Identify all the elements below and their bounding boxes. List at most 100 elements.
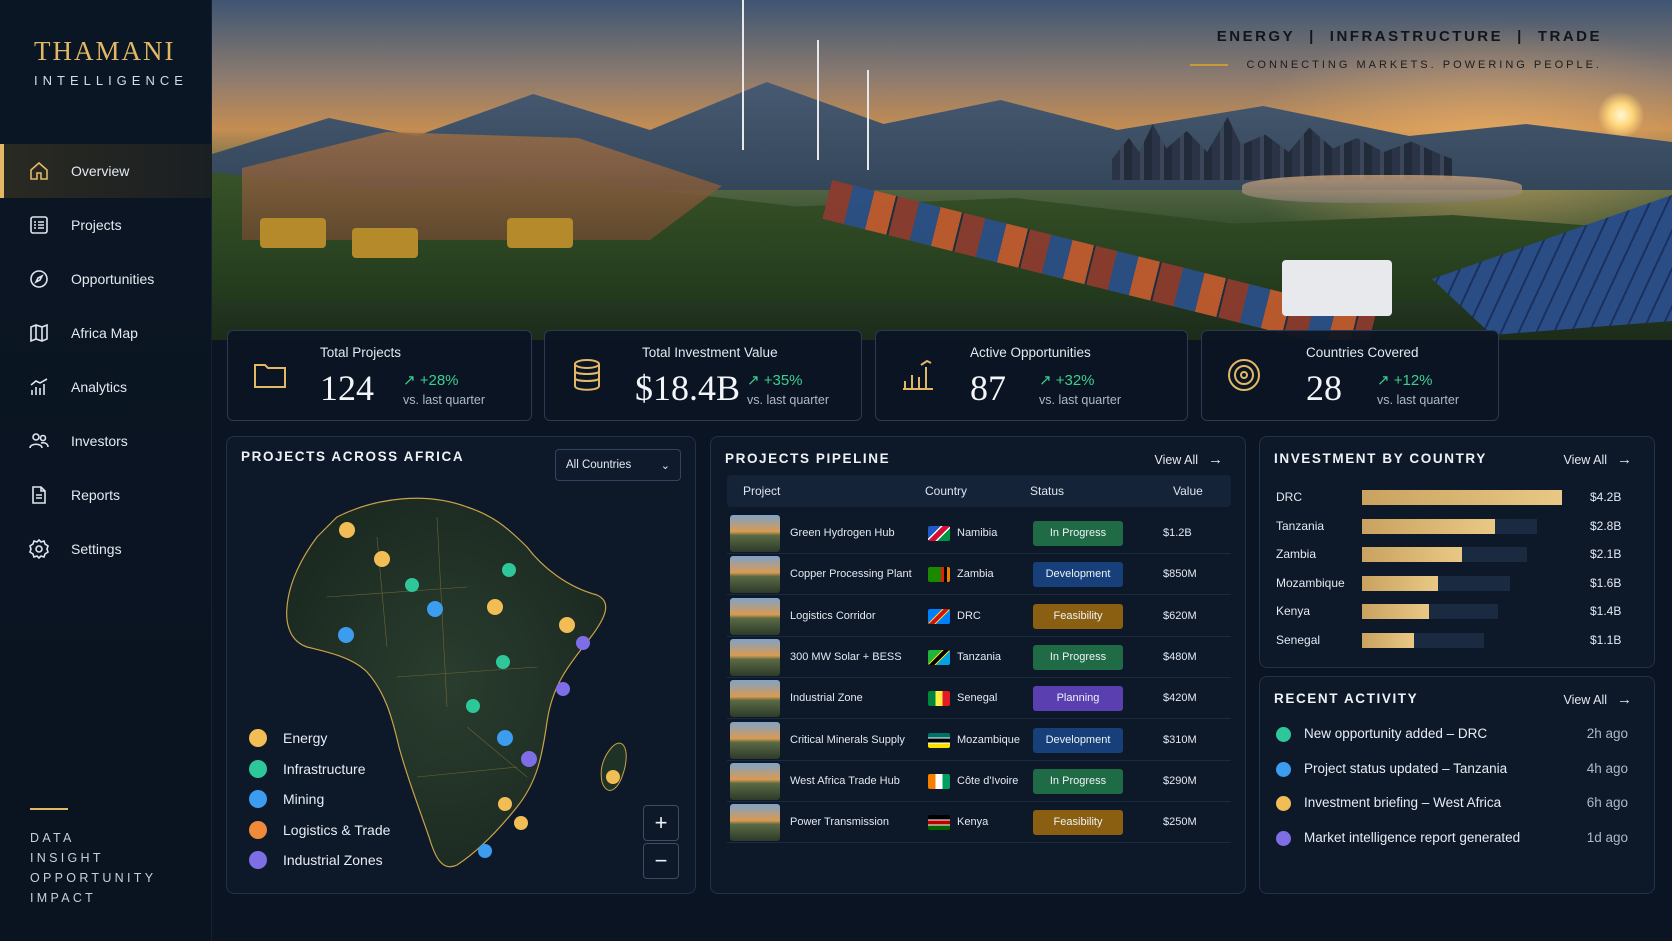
col-header[interactable]: Project xyxy=(743,484,780,498)
kpi-label: Countries Covered xyxy=(1306,345,1419,360)
mining-marker[interactable] xyxy=(427,601,443,617)
legend-item-logistics[interactable]: Logistics & Trade xyxy=(249,815,390,846)
legend-item-mining[interactable]: Mining xyxy=(249,784,390,815)
col-header[interactable]: Country xyxy=(925,484,967,498)
zoom-out-button[interactable]: − xyxy=(643,843,679,879)
top-link-infrastructure[interactable]: INFRASTRUCTURE xyxy=(1330,28,1503,45)
energy-marker[interactable] xyxy=(498,797,512,811)
nav-item-overview[interactable]: Overview xyxy=(0,144,212,198)
kpi-card-countries-covered[interactable]: Countries Covered 28 ↗ +12% vs. last qua… xyxy=(1201,330,1499,421)
legend-item-energy[interactable]: Energy xyxy=(249,723,390,754)
energy-marker[interactable] xyxy=(606,770,620,784)
legend-label: Infrastructure xyxy=(283,760,366,777)
activity-item[interactable]: Project status updated – Tanzania 4h ago xyxy=(1276,759,1628,781)
brand-logo[interactable]: THAMANI INTELLIGENCE xyxy=(34,36,194,88)
country-bar-row[interactable]: Zambia $2.1B xyxy=(1276,544,1628,564)
col-header[interactable]: Status xyxy=(1030,484,1064,498)
arrow-right-icon: → xyxy=(1208,451,1223,468)
mining-marker[interactable] xyxy=(478,844,492,858)
infrastructure-marker[interactable] xyxy=(502,563,516,577)
compass-icon xyxy=(28,268,50,290)
country-bar-row[interactable]: Mozambique $1.6B xyxy=(1276,573,1628,593)
activity-item[interactable]: Market intelligence report generated 1d a… xyxy=(1276,828,1628,850)
sidebar-nav: Overview Projects Opportunities Africa M… xyxy=(0,144,212,576)
infrastructure-marker[interactable] xyxy=(466,699,480,713)
coins-icon xyxy=(567,355,607,395)
home-icon xyxy=(28,160,50,182)
nav-item-projects[interactable]: Projects xyxy=(0,198,212,252)
chevron-down-icon: ⌄ xyxy=(660,460,670,472)
nav-separator: | xyxy=(1309,28,1316,45)
status-badge: Feasibility xyxy=(1033,603,1123,629)
table-row[interactable]: Green Hydrogen Hub Namibia In Progress $1.2… xyxy=(727,513,1231,554)
table-row[interactable]: Industrial Zone Senegal Planning $420M xyxy=(727,678,1231,720)
activity-item[interactable]: New opportunity added – DRC 2h ago xyxy=(1276,724,1628,746)
table-row[interactable]: Copper Processing Plant Zambia Development… xyxy=(727,554,1231,596)
view-all-link[interactable]: View All → xyxy=(1154,451,1223,468)
nav-item-reports[interactable]: Reports xyxy=(0,468,212,522)
table-row[interactable]: Power Transmission Kenya Feasibility $250M xyxy=(727,802,1231,844)
activity-dot xyxy=(1276,761,1291,777)
country-name: DRC xyxy=(957,609,981,622)
activity-dot xyxy=(1276,727,1291,742)
nav-item-settings[interactable]: Settings xyxy=(0,522,212,576)
country-name: Zambia xyxy=(957,568,994,581)
country-name: Senegal xyxy=(957,692,998,705)
industrial-marker[interactable] xyxy=(521,751,537,767)
project-name: West Africa Trade Hub xyxy=(790,774,900,787)
energy-marker[interactable] xyxy=(514,816,528,830)
activity-text: Investment briefing – West Africa xyxy=(1304,795,1502,810)
nav-item-analytics[interactable]: Analytics xyxy=(0,360,212,414)
kpi-card-total-investment[interactable]: Total Investment Value $18.4B ↗ +35% vs.… xyxy=(544,330,862,421)
table-row[interactable]: 300 MW Solar + BESS Tanzania In Progress $4… xyxy=(727,637,1231,678)
country-bar-row[interactable]: DRC $4.2B xyxy=(1276,487,1628,507)
top-link-trade[interactable]: TRADE xyxy=(1538,28,1602,45)
project-thumbnail xyxy=(730,515,780,552)
arrow-right-icon: → xyxy=(1617,691,1632,708)
status-badge: In Progress xyxy=(1033,768,1123,794)
kpi-sub: vs. last quarter xyxy=(747,393,829,407)
infrastructure-marker[interactable] xyxy=(405,578,419,592)
lake xyxy=(1242,175,1522,203)
energy-marker[interactable] xyxy=(374,551,390,567)
project-value: $480M xyxy=(1163,650,1197,663)
bar-track xyxy=(1362,490,1562,505)
bar-fill xyxy=(1362,518,1496,534)
view-all-link[interactable]: View All → xyxy=(1563,691,1632,708)
legend-item-infrastructure[interactable]: Infrastructure xyxy=(249,754,390,785)
table-row[interactable]: West Africa Trade Hub Côte d'Ivoire In Pro… xyxy=(727,761,1231,802)
industrial-marker[interactable] xyxy=(556,682,570,696)
col-header[interactable]: Value xyxy=(1173,484,1203,498)
nav-label: Analytics xyxy=(71,379,128,395)
mining-truck xyxy=(260,218,326,248)
nav-item-opportunities[interactable]: Opportunities xyxy=(0,252,212,306)
mining-marker[interactable] xyxy=(497,730,513,746)
legend-item-industrial[interactable]: Industrial Zones xyxy=(249,845,390,876)
zoom-in-button[interactable]: + xyxy=(643,805,679,841)
bar-track xyxy=(1362,547,1527,563)
nav-item-investors[interactable]: Investors xyxy=(0,414,212,468)
activity-item[interactable]: Investment briefing – West Africa 6h ago xyxy=(1276,793,1628,815)
infrastructure-marker[interactable] xyxy=(496,655,510,669)
industrial-marker[interactable] xyxy=(576,636,590,650)
nav-item-africa-map[interactable]: Africa Map xyxy=(0,306,212,360)
country-bar-row[interactable]: Kenya $1.4B xyxy=(1276,601,1628,621)
table-row[interactable]: Critical Minerals Supply Mozambique Develo… xyxy=(727,720,1231,761)
top-link-energy[interactable]: ENERGY xyxy=(1217,28,1295,45)
legend-dot xyxy=(249,759,267,778)
table-row[interactable]: Logistics Corridor DRC Feasibility $620M xyxy=(727,596,1231,637)
country-bar-row[interactable]: Senegal $1.1B xyxy=(1276,630,1628,650)
energy-marker[interactable] xyxy=(487,599,503,615)
nav-label: Reports xyxy=(71,487,121,503)
kpi-delta: ↗ +12% xyxy=(1377,372,1433,389)
kpi-card-active-opportunities[interactable]: Active Opportunities 87 ↗ +32% vs. last … xyxy=(875,330,1188,421)
kpi-card-total-projects[interactable]: Total Projects 124 ↗ +28% vs. last quart… xyxy=(227,330,532,421)
energy-marker[interactable] xyxy=(339,522,355,538)
mining-marker[interactable] xyxy=(338,627,354,643)
kpi-label: Total Projects xyxy=(320,345,402,360)
view-all-link[interactable]: View All → xyxy=(1563,451,1632,468)
country-bar-row[interactable]: Tanzania $2.8B xyxy=(1276,516,1628,536)
energy-marker[interactable] xyxy=(559,617,575,633)
status-badge: Development xyxy=(1033,727,1123,753)
activity-text: Market intelligence report generated xyxy=(1304,829,1521,845)
